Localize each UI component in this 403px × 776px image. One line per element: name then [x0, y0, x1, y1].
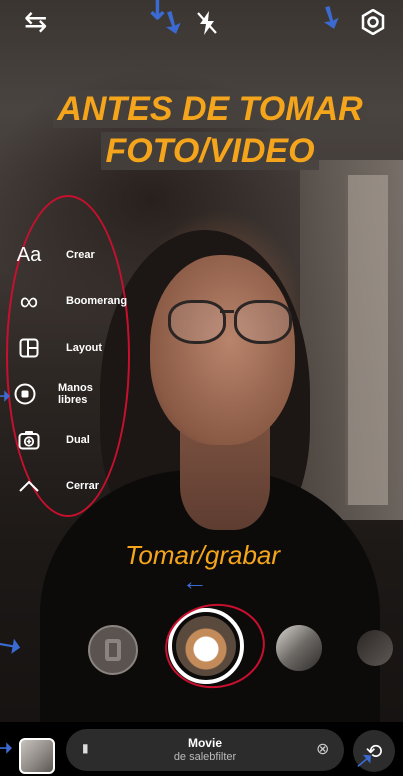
menu-item-crear[interactable]: Aa Crear — [14, 243, 95, 267]
menu-item-manos-libres[interactable]: Manos libres — [14, 382, 101, 406]
effect-thumb-2[interactable] — [276, 625, 322, 671]
menu-item-boomerang[interactable]: ∞ Boomerang — [14, 285, 128, 316]
menu-item-dual[interactable]: Dual — [14, 428, 90, 452]
flash-off-icon[interactable] — [196, 10, 218, 41]
menu-item-cerrar[interactable]: Cerrar — [14, 474, 99, 498]
gear-glyph — [361, 8, 385, 36]
glasses-left-lens — [168, 300, 226, 344]
effect-film-thumb[interactable] — [88, 625, 138, 675]
record-glyph — [14, 383, 36, 405]
swap-arrows-icon[interactable]: ⇆ — [24, 8, 47, 36]
annotation-arrow-gallery: ➝ — [0, 735, 13, 760]
annotation-title-line2: FOTO/VIDEO — [101, 132, 319, 170]
text-aa-icon: Aa — [16, 243, 42, 266]
glasses-bridge — [220, 310, 234, 313]
menu-item-label: Cerrar — [66, 480, 100, 492]
clear-filter-icon[interactable]: ⊗ — [316, 739, 329, 759]
camera-plus-icon — [14, 428, 44, 452]
glasses-right-lens — [234, 300, 292, 344]
menu-item-label: Boomerang — [66, 295, 128, 307]
menu-item-label: Manos libres — [58, 382, 93, 406]
annotation-title-line1: ANTES DE TOMAR — [53, 90, 367, 128]
layout-glyph — [19, 338, 39, 358]
settings-gear-icon[interactable] — [360, 8, 386, 40]
annotation-arrow-effects: ➝ — [0, 627, 24, 664]
background-door — [345, 175, 388, 505]
filter-author: de salebfilter — [173, 751, 237, 763]
camera-plus-glyph — [18, 431, 40, 450]
person-face — [150, 255, 295, 445]
annotation-arrow-menu: ➝ — [0, 383, 11, 408]
filter-pill[interactable]: ▮ Movie de salebfilter ⊗ — [66, 729, 344, 771]
annotation-title: ANTES DE TOMAR FOTO/VIDEO — [50, 88, 370, 172]
annotation-arrow-capture: ↓ — [182, 579, 212, 592]
camera-view: ⇆ ➘ ➘ ↘ ANTES DE TOMAR FOTO/VIDEO ➝ Aa C… — [0, 0, 403, 776]
chevron-up-glyph — [19, 480, 39, 492]
record-circle-icon — [14, 382, 36, 406]
infinity-icon: ∞ — [19, 285, 39, 316]
gallery-thumbnail[interactable] — [19, 738, 55, 774]
annotation-capture-label: Tomar/grabar — [124, 540, 281, 570]
menu-item-label: Layout — [66, 342, 103, 354]
menu-item-label: Dual — [66, 434, 90, 446]
menu-item-layout[interactable]: Layout — [14, 336, 102, 360]
annotation-arrow-settings: ➘ — [311, 0, 350, 38]
menu-item-label: Crear — [66, 249, 95, 261]
chevron-up-icon — [14, 474, 44, 498]
layout-grid-icon — [14, 336, 44, 360]
film-roll-icon — [105, 639, 121, 661]
filter-name: Movie — [187, 736, 222, 750]
effect-thumb-3[interactable] — [357, 630, 393, 666]
flash-off-glyph — [197, 11, 217, 35]
